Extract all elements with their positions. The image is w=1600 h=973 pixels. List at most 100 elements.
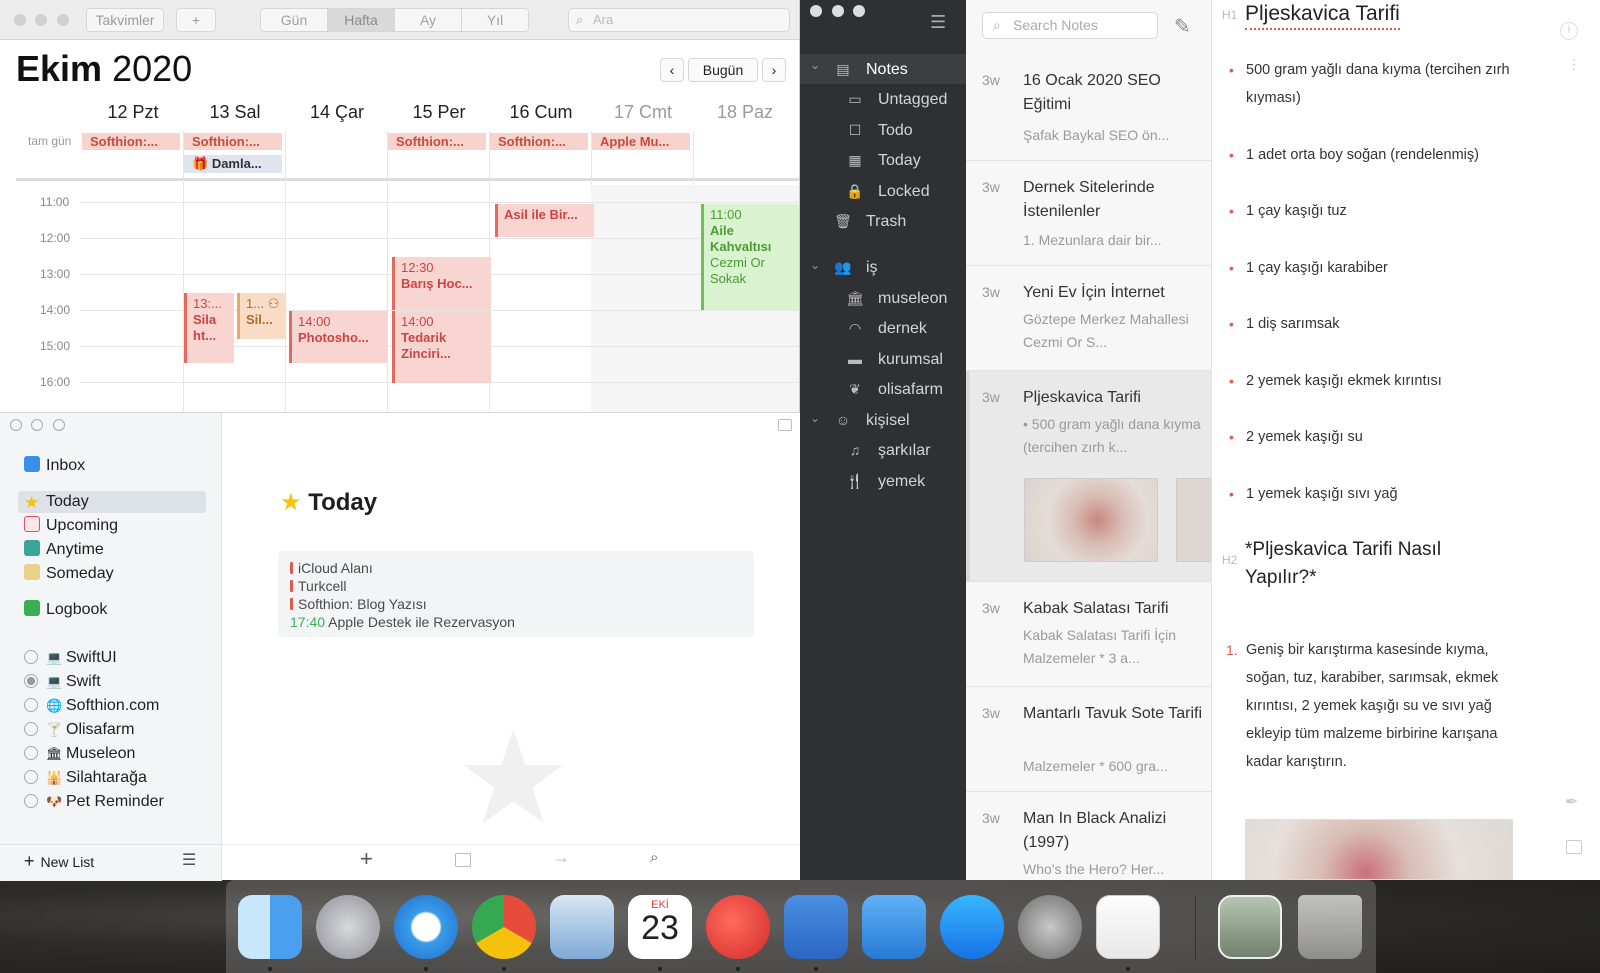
tag-is[interactable]: 👥 iş xyxy=(834,255,877,279)
next-week-button[interactable]: › xyxy=(762,58,786,82)
note-editor[interactable]: H1 Pljeskavica Tarifi i ⋮ • 500 gram yağl… xyxy=(1212,0,1600,880)
view-year[interactable]: Yıl xyxy=(461,8,529,32)
tag-kisisel[interactable]: ☺ kişisel xyxy=(834,408,910,432)
things-app-icon[interactable] xyxy=(784,895,848,959)
filter-icon[interactable]: ☰ xyxy=(182,850,196,870)
sidebar-item-logbook[interactable]: Logbook xyxy=(24,599,107,621)
list-item[interactable]: • 1 çay kaşığı tuz xyxy=(1229,197,1546,225)
sidebar-item-today[interactable]: ▦ Today xyxy=(846,148,920,172)
all-day-event[interactable]: 🎁 Damla... xyxy=(184,155,282,173)
sidebar-item-anytime[interactable]: Anytime xyxy=(24,539,104,561)
chevron-down-icon[interactable]: ⌄ xyxy=(810,411,820,425)
pen-icon[interactable]: ✒ xyxy=(1565,792,1578,812)
calendar-app-icon[interactable]: EKİ 23 xyxy=(628,895,692,959)
note-item[interactable]: 3w Kabak Salatası Tarifi Kabak Salatası … xyxy=(966,582,1211,687)
note-title[interactable]: Pljeskavica Tarifi xyxy=(1245,0,1400,30)
search-icon[interactable]: ⌕ xyxy=(650,849,658,866)
calendar-event[interactable]: 14:00 Tedarik Zinciri... xyxy=(392,311,491,383)
event-item[interactable]: Turkcell xyxy=(290,577,742,595)
list-item[interactable]: • 1 çay kaşığı karabiber xyxy=(1229,254,1546,282)
calendar-event[interactable]: 1... ⚇ Sil... xyxy=(237,293,286,339)
calendar-event[interactable]: 11:00 Aile Kahvaltısı Cezmi Or Sokak xyxy=(701,204,799,310)
zoom-button[interactable] xyxy=(53,419,65,431)
all-day-event[interactable]: Softhion:... xyxy=(490,133,588,150)
event-item[interactable]: iCloud Alanı xyxy=(290,559,742,577)
minimize-button[interactable] xyxy=(31,419,43,431)
list-item[interactable]: 🏛 Museleon xyxy=(24,743,135,765)
list-item[interactable]: • 1 adet orta boy soğan (rendelenmiş) xyxy=(1229,141,1546,169)
system-preferences-icon[interactable] xyxy=(1018,895,1082,959)
note-item[interactable]: 3w 16 Ocak 2020 SEO Eğitimi Şafak Baykal… xyxy=(966,54,1211,161)
list-item[interactable]: 💻 SwiftUI xyxy=(24,647,117,669)
zoom-button[interactable] xyxy=(57,14,69,26)
list-item[interactable]: 🐶 Pet Reminder xyxy=(24,791,164,813)
all-day-event[interactable]: Apple Mu... xyxy=(592,133,690,150)
compose-icon[interactable]: ✎ xyxy=(1174,14,1191,39)
window-icon[interactable] xyxy=(778,419,792,431)
settings-icon[interactable]: ☰ xyxy=(930,12,946,33)
sidebar-item-trash[interactable]: 🗑 Trash xyxy=(834,209,906,233)
search-input[interactable]: ⌕ Search Notes xyxy=(982,12,1158,39)
new-list-button[interactable]: + New List xyxy=(24,850,94,872)
list-item[interactable]: 🕌 Silahtarağa xyxy=(24,767,147,789)
zoom-button[interactable] xyxy=(853,5,865,17)
tag-sarkilar[interactable]: ♫ şarkılar xyxy=(846,438,931,462)
list-item[interactable]: • 2 yemek kaşığı su xyxy=(1229,423,1546,451)
view-week[interactable]: Hafta xyxy=(327,8,395,32)
step-item[interactable]: 1. Geniş bir karıştırma kasesinde kıyma, … xyxy=(1226,636,1526,776)
chevron-down-icon[interactable]: ⌄ xyxy=(810,258,820,272)
note-item[interactable]: 3w Man In Black Analizi (1997) Who's the… xyxy=(966,792,1211,880)
app-store-icon[interactable] xyxy=(940,895,1004,959)
sidebar-item-someday[interactable]: Someday xyxy=(24,563,114,585)
list-item[interactable]: • 2 yemek kaşığı ekmek kırıntısı xyxy=(1229,367,1546,395)
add-task-button[interactable]: + xyxy=(360,846,373,872)
note-item[interactable]: 3w Dernek Sitelerinde İstenilenler 1. Me… xyxy=(966,161,1211,266)
list-item[interactable]: • 1 yemek kaşığı sıvı yağ xyxy=(1229,480,1546,508)
tag-yemek[interactable]: 🍴 yemek xyxy=(846,469,925,493)
sidebar-item-todo[interactable]: ☐ Todo xyxy=(846,118,913,142)
event-item[interactable]: 17:40 Apple Destek ile Rezervasyon xyxy=(290,613,742,631)
tag-kurumsal[interactable]: ▬ kurumsal xyxy=(846,347,943,371)
all-day-event[interactable]: Softhion:... xyxy=(388,133,486,150)
close-button[interactable] xyxy=(10,419,22,431)
sidebar-item-inbox[interactable]: Inbox xyxy=(24,455,85,477)
list-item[interactable]: • 500 gram yağlı dana kıyma (tercihen zır… xyxy=(1229,56,1546,112)
sidebar-item-today[interactable]: ★ Today xyxy=(18,491,206,513)
calendar-event[interactable]: 12:30 Barış Hoc... xyxy=(392,257,491,310)
tag-dernek[interactable]: ◠ dernek xyxy=(846,316,927,340)
view-month[interactable]: Ay xyxy=(394,8,462,32)
add-event-button[interactable]: + xyxy=(176,8,216,32)
chevron-down-icon[interactable]: ⌄ xyxy=(810,58,820,72)
close-button[interactable] xyxy=(14,14,26,26)
sidebar-toggle-icon[interactable] xyxy=(1566,840,1582,854)
note-item[interactable]: 3w Yeni Ev İçin İnternet Göztepe Merkez … xyxy=(966,266,1211,371)
all-day-event[interactable]: Softhion:... xyxy=(184,133,282,150)
list-item[interactable]: 💻 Swift xyxy=(24,671,101,693)
sidebar-item-untagged[interactable]: ▭ Untagged xyxy=(846,87,947,111)
sidebar-item-upcoming[interactable]: Upcoming xyxy=(24,515,118,537)
minimize-button[interactable] xyxy=(832,5,844,17)
xcode-icon[interactable] xyxy=(862,895,926,959)
bear-app-icon[interactable] xyxy=(706,895,770,959)
launchpad-icon[interactable] xyxy=(316,895,380,959)
list-item[interactable]: • 1 diş sarımsak xyxy=(1229,310,1546,338)
all-day-event[interactable]: Softhion:... xyxy=(82,133,180,150)
more-icon[interactable]: ⋮ xyxy=(1567,57,1581,71)
pages-icon[interactable] xyxy=(1096,895,1160,959)
note-item[interactable]: 3w Mantarlı Tavuk Sote Tarifi Malzemeler… xyxy=(966,687,1211,792)
view-day[interactable]: Gün xyxy=(260,8,328,32)
calendar-event[interactable]: 14:00 Photosho... xyxy=(289,311,388,363)
calendar-event[interactable]: 13:... Sila ht... xyxy=(184,293,234,363)
finder-icon[interactable] xyxy=(238,895,302,959)
list-item[interactable]: 🌐 Softhion.com xyxy=(24,695,159,717)
info-icon[interactable]: i xyxy=(1560,22,1578,40)
close-button[interactable] xyxy=(810,5,822,17)
minimize-button[interactable] xyxy=(35,14,47,26)
note-subtitle[interactable]: *Pljeskavica Tarifi Nasıl Yapılır?* xyxy=(1245,536,1495,592)
safari-icon[interactable] xyxy=(394,895,458,959)
tag-museleon[interactable]: 🏛 museleon xyxy=(846,286,947,310)
calendar-event[interactable]: Asil ile Bir... xyxy=(495,204,594,237)
calendar-icon[interactable] xyxy=(455,853,471,867)
prev-week-button[interactable]: ‹ xyxy=(660,58,684,82)
tag-olisafarm[interactable]: ❦ olisafarm xyxy=(846,377,943,401)
